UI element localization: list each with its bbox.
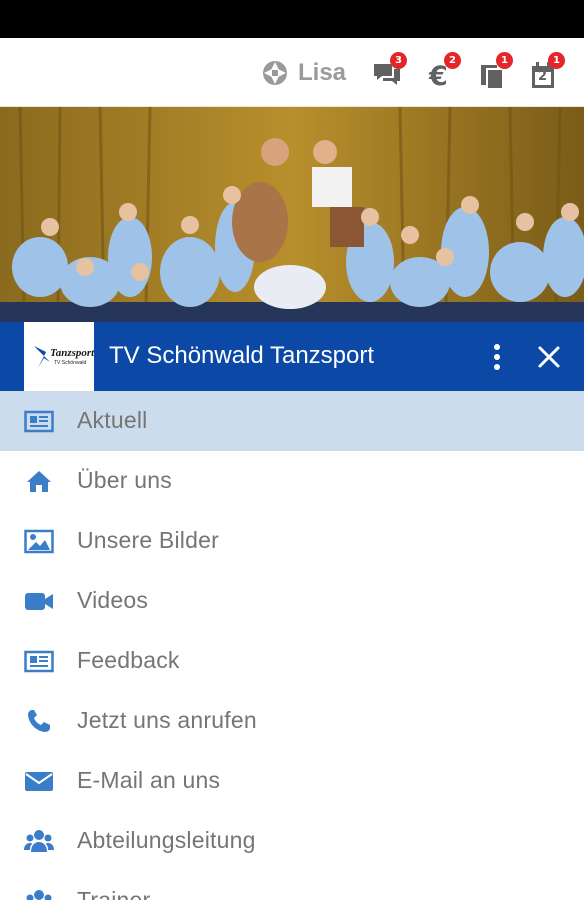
nav-item-email[interactable]: E-Mail an uns — [0, 751, 584, 811]
users-icon — [24, 827, 54, 855]
payments-button[interactable]: € 2 — [426, 52, 461, 90]
more-options-button[interactable] — [484, 342, 510, 372]
nav-label: Jetzt uns anrufen — [77, 707, 257, 733]
logo-subtext: TV Schönwald — [54, 360, 86, 366]
messages-button[interactable]: 3 — [372, 52, 407, 90]
nav-label: Feedback — [77, 647, 180, 673]
nav-label: Trainer — [77, 887, 151, 900]
nav-label: Videos — [77, 587, 149, 613]
nav-label: Abteilungsleitung — [77, 827, 256, 853]
nav-item-abteilungsleitung[interactable]: Abteilungsleitung — [0, 811, 584, 871]
nav-item-feedback[interactable]: Feedback — [0, 631, 584, 691]
nav-label: Über uns — [77, 467, 172, 493]
newspaper-icon — [24, 647, 54, 675]
hero-photo — [0, 107, 584, 323]
nav-item-aktuell[interactable]: Aktuell — [0, 391, 584, 451]
calendar-badge: 1 — [548, 52, 565, 69]
documents-badge: 1 — [496, 52, 513, 69]
video-camera-icon — [24, 587, 54, 615]
messages-badge: 3 — [390, 52, 407, 69]
nav-item-videos[interactable]: Videos — [0, 571, 584, 631]
home-icon — [24, 467, 54, 495]
users-icon — [24, 887, 54, 900]
drawer-header: Tanzsport TV Schönwald TV Schönwald Tanz… — [0, 322, 584, 391]
club-name: TV Schönwald Tanzsport — [109, 342, 375, 369]
nav-label: Unsere Bilder — [77, 527, 219, 553]
calendar-button[interactable]: 2 1 — [530, 52, 565, 90]
payments-badge: 2 — [444, 52, 461, 69]
user-logo-icon — [263, 61, 287, 85]
image-icon — [24, 527, 54, 555]
nav-item-trainer[interactable]: Trainer — [0, 871, 584, 900]
top-bar: Lisa 3 € 2 1 2 1 — [0, 38, 584, 107]
more-vertical-icon — [494, 344, 500, 370]
drawer-nav: Aktuell Über uns Unsere Bilder Videos Fe… — [0, 391, 584, 900]
user-name: Lisa — [298, 59, 347, 86]
documents-button[interactable]: 1 — [478, 52, 513, 90]
club-logo: Tanzsport TV Schönwald — [24, 322, 94, 391]
nav-item-ueber-uns[interactable]: Über uns — [0, 451, 584, 511]
newspaper-icon — [24, 407, 54, 435]
envelope-icon — [24, 767, 54, 795]
user-account[interactable]: Lisa — [261, 58, 346, 88]
close-icon — [538, 346, 560, 368]
close-drawer-button[interactable] — [534, 342, 564, 372]
status-bar — [0, 0, 584, 38]
nav-item-anrufen[interactable]: Jetzt uns anrufen — [0, 691, 584, 751]
nav-label: E-Mail an uns — [77, 767, 221, 793]
phone-icon — [24, 707, 54, 735]
calendar-day: 2 — [538, 69, 548, 84]
logo-text: Tanzsport — [50, 347, 94, 359]
nav-item-unsere-bilder[interactable]: Unsere Bilder — [0, 511, 584, 571]
nav-label: Aktuell — [77, 407, 148, 433]
